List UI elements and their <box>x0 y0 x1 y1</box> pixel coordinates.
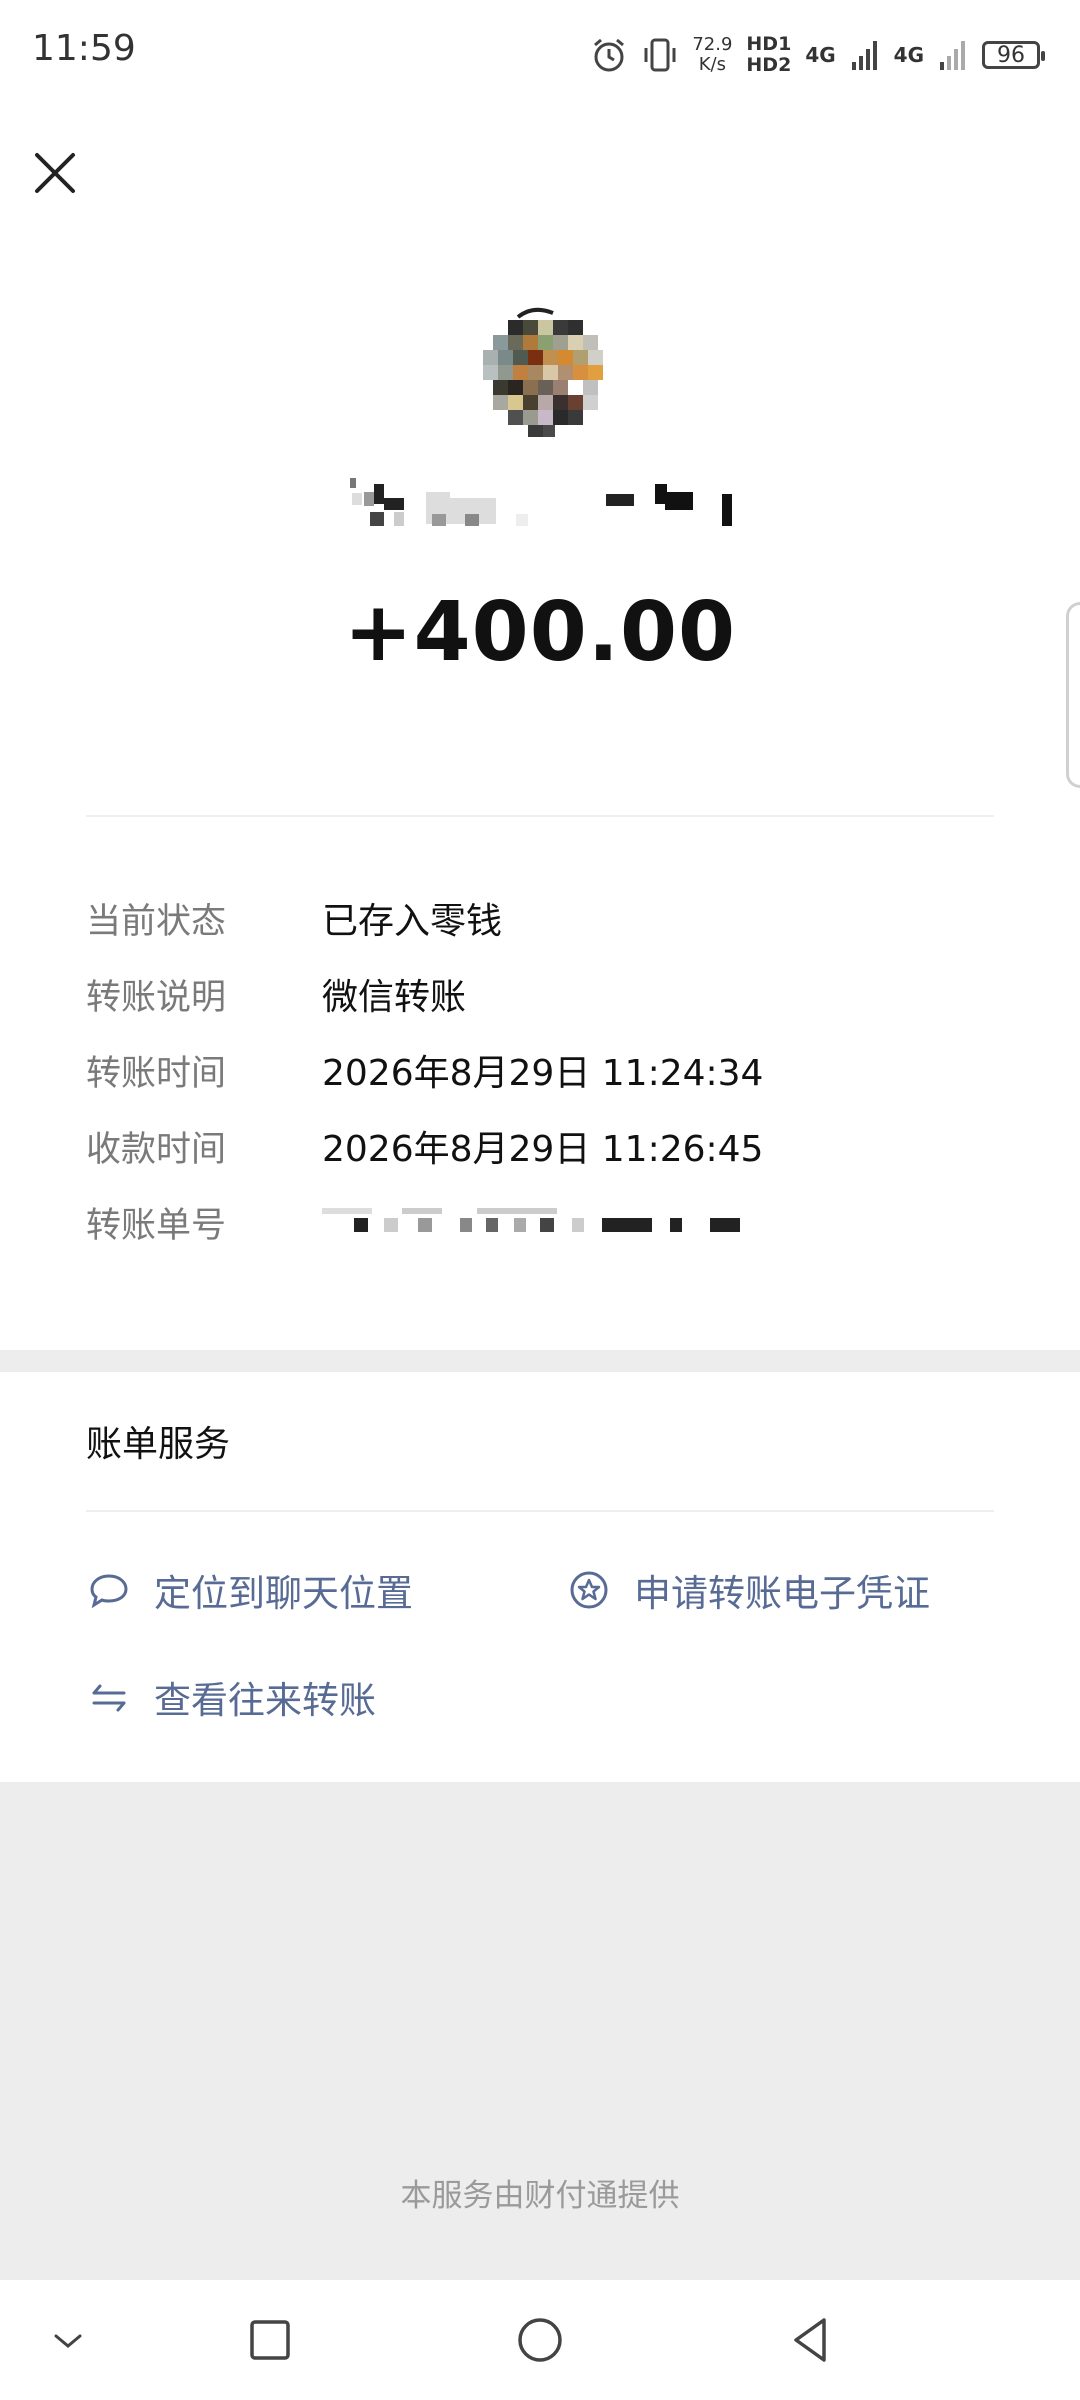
section-title: 账单服务 <box>86 1424 231 1465</box>
detail-label: 转账说明 <box>86 977 227 1018</box>
nav-recents-button[interactable] <box>240 2310 300 2370</box>
payer-name <box>350 478 732 526</box>
certificate-star-icon <box>570 1571 608 1609</box>
section-separator <box>0 1350 1080 1372</box>
transfer-id-redacted[interactable] <box>322 1202 822 1242</box>
detail-row-transfer-time: 转账时间 2026年8月29日 11:24:34 <box>86 1032 994 1108</box>
square-icon <box>250 2320 290 2360</box>
detail-row-note: 转账说明 微信转账 <box>86 956 994 1032</box>
net-speed-unit: K/s <box>698 54 726 75</box>
view-transfers-button[interactable]: 查看往来转账 <box>88 1670 376 1724</box>
exchange-arrows-icon <box>92 1684 126 1712</box>
net-speed-value: 72.9 <box>692 34 733 55</box>
apply-certificate-button[interactable]: 申请转账电子凭证 <box>568 1563 930 1617</box>
view-transfers-label: 查看往来转账 <box>154 1679 376 1722</box>
detail-label: 收款时间 <box>86 1129 227 1170</box>
system-nav-bar <box>0 2280 1080 2400</box>
detail-row-status: 当前状态 已存入零钱 <box>86 880 994 956</box>
nav-hide-button[interactable] <box>38 2310 98 2370</box>
network-type-1: 4G <box>805 43 836 67</box>
triangle-back-icon <box>794 2318 826 2362</box>
status-time: 11:59 <box>32 28 136 69</box>
detail-value: 2026年8月29日 11:24:34 <box>322 1053 764 1094</box>
battery-icon: 96 <box>982 41 1045 69</box>
network-type-2: 4G <box>893 43 924 67</box>
hd1-label: HD1 <box>746 33 792 55</box>
detail-value: 微信转账 <box>322 977 467 1018</box>
detail-value: 2026年8月29日 11:26:45 <box>322 1129 764 1170</box>
status-bar: 11:59 72.9 K/s HD1 HD2 4G 4G 96 <box>0 0 1080 110</box>
close-icon <box>35 153 75 193</box>
detail-label: 当前状态 <box>86 901 227 942</box>
detail-row-receive-time: 收款时间 2026年8月29日 11:26:45 <box>86 1108 994 1184</box>
close-button[interactable] <box>30 148 80 198</box>
detail-label: 转账时间 <box>86 1053 227 1094</box>
transfer-details: 当前状态 已存入零钱 转账说明 微信转账 转账时间 2026年8月29日 11:… <box>86 880 994 1260</box>
vibrate-icon <box>644 38 676 72</box>
divider <box>86 815 994 817</box>
avatar[interactable] <box>478 305 608 455</box>
apply-certificate-label: 申请转账电子凭证 <box>634 1572 930 1615</box>
divider <box>86 1510 994 1512</box>
chevron-down-icon <box>54 2334 82 2348</box>
locate-chat-button[interactable]: 定位到聊天位置 <box>88 1563 413 1617</box>
detail-label: 转账单号 <box>86 1205 227 1246</box>
detail-value: 已存入零钱 <box>322 901 503 942</box>
hd2-label: HD2 <box>746 54 792 76</box>
transfer-amount: +400.00 <box>343 585 737 680</box>
locate-chat-label: 定位到聊天位置 <box>154 1572 413 1615</box>
alarm-icon <box>594 38 625 72</box>
chat-bubble-icon <box>90 1574 128 1609</box>
net-speed: 72.9 K/s <box>692 35 732 75</box>
side-edge-handle[interactable] <box>1066 602 1080 788</box>
signal-icon <box>940 41 965 70</box>
detail-row-transfer-id: 转账单号 <box>86 1184 994 1260</box>
circle-icon <box>518 2318 562 2362</box>
signal-icon <box>851 41 877 70</box>
provider-text: 本服务由财付通提供 <box>400 2178 680 2214</box>
nav-home-button[interactable] <box>510 2310 570 2370</box>
hd-indicator: HD1 HD2 <box>746 34 791 76</box>
nav-back-button[interactable] <box>780 2310 840 2370</box>
status-icons: 72.9 K/s HD1 HD2 4G 4G 96 <box>590 30 1045 80</box>
